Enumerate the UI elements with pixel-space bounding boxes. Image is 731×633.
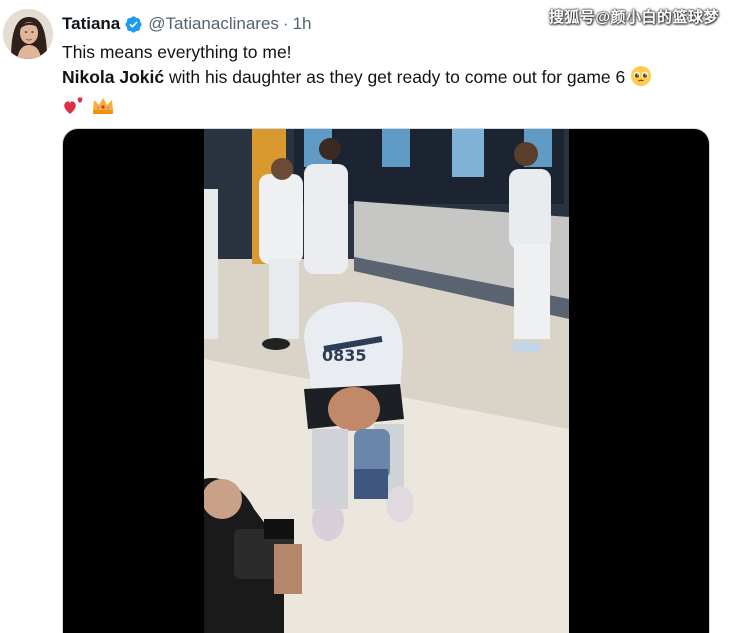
heart-exclamation-emoji <box>62 94 86 123</box>
avatar-photo <box>3 9 53 59</box>
tweet-line-1: This means everything to me! <box>62 42 292 62</box>
tweet-line-2: Nikola Jokić with his daughter as they g… <box>62 65 722 94</box>
display-name[interactable]: Tatiana <box>62 14 120 34</box>
watermark: 搜狐号@颜小白的篮球梦 <box>548 9 719 26</box>
tweet-line-3 <box>62 94 722 123</box>
jersey-number: 0835 <box>322 346 367 365</box>
verified-badge-icon[interactable] <box>124 15 143 34</box>
video-player[interactable]: 0835 <box>204 129 569 633</box>
media-container[interactable]: 0835 <box>62 128 710 633</box>
pleading-face-emoji <box>630 65 652 94</box>
tweet-bold-name: Nikola Jokić <box>62 67 165 87</box>
tweet-header: Tatiana @Tatianaclinares · 1h <box>62 12 312 36</box>
crown-emoji <box>91 94 115 123</box>
handle[interactable]: @Tatianaclinares <box>148 14 279 34</box>
avatar[interactable] <box>3 9 53 59</box>
tweet[interactable]: Tatiana @Tatianaclinares · 1h 搜狐号@颜小白的篮球… <box>0 0 731 633</box>
video-frame: 0835 <box>204 129 569 633</box>
timestamp[interactable]: 1h <box>293 14 312 34</box>
tweet-text: This means everything to me! Nikola Joki… <box>62 40 722 123</box>
tweet-line-2-rest: with his daughter as they get ready to c… <box>164 67 626 87</box>
separator-dot: · <box>282 14 289 33</box>
